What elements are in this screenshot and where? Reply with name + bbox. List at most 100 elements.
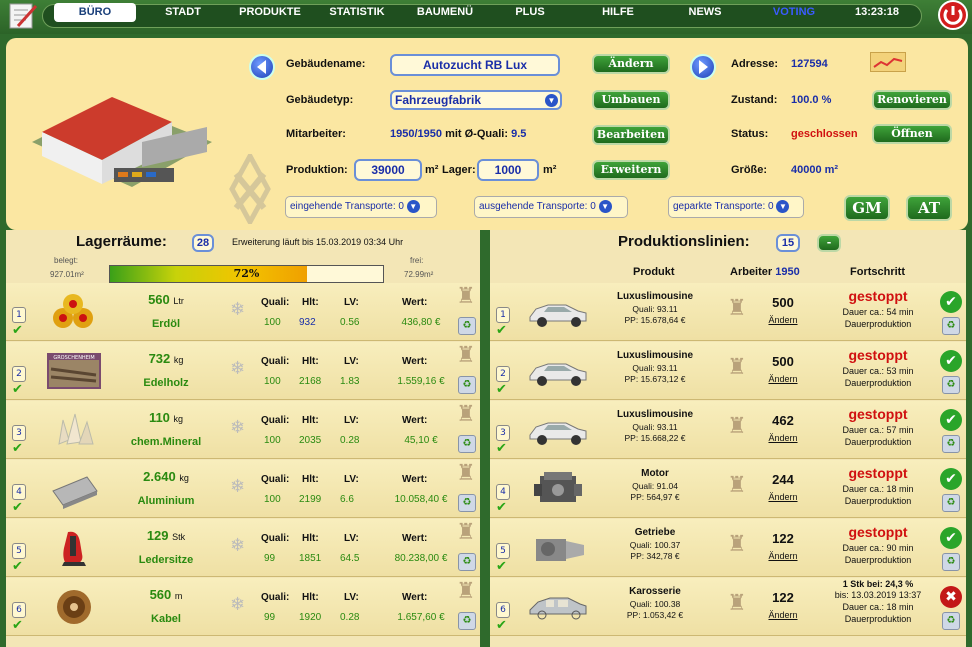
nav-plus[interactable]: PLUS <box>500 5 560 25</box>
open-button[interactable]: Öffnen <box>872 124 952 144</box>
worker-figure-icon[interactable]: ♜ <box>455 578 477 606</box>
worker-figure-icon[interactable]: ♜ <box>726 590 748 618</box>
worker-figure-icon[interactable]: ♜ <box>726 413 748 441</box>
expand-button[interactable]: Erweitern <box>592 160 670 180</box>
checkmark-icon[interactable]: ✔ <box>496 382 507 397</box>
worker-figure-icon[interactable]: ♜ <box>455 283 477 311</box>
lv-label: LV: <box>344 474 359 485</box>
incoming-transports-select[interactable]: eingehende Transporte: 0 ▼ <box>285 196 437 218</box>
building-type-select[interactable]: Fahrzeugfabrik ▼ <box>390 90 562 110</box>
checkmark-icon[interactable]: ✔ <box>12 618 23 633</box>
worker-figure-icon[interactable]: ♜ <box>455 460 477 488</box>
crystal-icon <box>46 409 102 451</box>
emblem-icon <box>228 150 272 228</box>
notepad-icon[interactable] <box>4 0 42 32</box>
trash-icon[interactable]: ♻ <box>942 494 960 512</box>
checkmark-icon[interactable]: ✔ <box>496 500 507 515</box>
trash-icon[interactable]: ♻ <box>458 553 476 571</box>
trash-icon[interactable]: ♻ <box>458 612 476 630</box>
trash-icon[interactable]: ♻ <box>458 435 476 453</box>
snowflake-icon[interactable]: ❄ <box>230 535 245 556</box>
change-name-button[interactable]: Ändern <box>592 54 670 74</box>
checkmark-icon[interactable]: ✔ <box>496 323 507 338</box>
checkmark-icon[interactable]: ✔ <box>12 441 23 456</box>
trash-icon[interactable]: ♻ <box>942 435 960 453</box>
snowflake-icon[interactable]: ❄ <box>230 417 245 438</box>
nav-voting[interactable]: VOTING <box>764 5 824 25</box>
trash-icon[interactable]: ♻ <box>942 317 960 335</box>
next-building-button[interactable] <box>690 54 716 80</box>
nav-statistik[interactable]: STATISTIK <box>322 5 392 25</box>
trash-icon[interactable]: ♻ <box>942 612 960 630</box>
rebuild-button[interactable]: Umbauen <box>592 90 670 110</box>
change-workers-link[interactable]: Ändern <box>758 315 808 325</box>
checkmark-icon[interactable]: ✔ <box>496 618 507 633</box>
chevron-down-icon: ▼ <box>406 199 420 213</box>
row-index: 1 <box>496 307 510 323</box>
progress-status: gestoppt <box>848 288 908 304</box>
checkmark-icon[interactable]: ✔ <box>12 323 23 338</box>
production-line-row: 5 ✔ Getriebe Quali: 100.37 PP: 342,78 € … <box>490 519 966 577</box>
storage-field[interactable]: 1000 <box>477 159 539 181</box>
check-circle-icon[interactable]: ✔ <box>940 291 962 313</box>
gm-button[interactable]: GM <box>844 195 890 221</box>
cancel-circle-icon[interactable]: ✖ <box>940 586 962 608</box>
snowflake-icon[interactable]: ❄ <box>230 594 245 615</box>
production-field[interactable]: 39000 <box>354 159 422 181</box>
trash-icon[interactable]: ♻ <box>942 376 960 394</box>
check-circle-icon[interactable]: ✔ <box>940 409 962 431</box>
at-button[interactable]: AT <box>906 195 952 221</box>
outgoing-transports-select[interactable]: ausgehende Transporte: 0 ▼ <box>474 196 628 218</box>
address-value: 127594 <box>791 58 828 70</box>
trash-icon[interactable]: ♻ <box>458 494 476 512</box>
worker-figure-icon[interactable]: ♜ <box>455 342 477 370</box>
worker-figure-icon[interactable]: ♜ <box>726 472 748 500</box>
nav-hilfe[interactable]: HILFE <box>588 5 648 25</box>
worker-figure-icon[interactable]: ♜ <box>726 295 748 323</box>
change-workers-link[interactable]: Ändern <box>758 492 808 502</box>
snowflake-icon[interactable]: ❄ <box>230 358 245 379</box>
worker-figure-icon[interactable]: ♜ <box>726 531 748 559</box>
snowflake-icon[interactable]: ❄ <box>230 476 245 497</box>
production-unit: m² <box>425 164 439 176</box>
svg-text:GROSCHENHEIM: GROSCHENHEIM <box>53 355 94 361</box>
change-workers-link[interactable]: Ändern <box>758 551 808 561</box>
change-workers-link[interactable]: Ändern <box>758 433 808 443</box>
nav-produkte[interactable]: PRODUKTE <box>230 5 310 25</box>
check-circle-icon[interactable]: ✔ <box>940 468 962 490</box>
trash-icon[interactable]: ♻ <box>942 553 960 571</box>
edit-staff-button[interactable]: Bearbeiten <box>592 125 670 145</box>
building-name-field[interactable]: Autozucht RB Lux <box>390 54 560 76</box>
check-circle-icon[interactable]: ✔ <box>940 350 962 372</box>
chart-icon[interactable] <box>870 52 906 72</box>
worker-figure-icon[interactable]: ♜ <box>455 519 477 547</box>
checkmark-icon[interactable]: ✔ <box>496 559 507 574</box>
nav-buero[interactable]: BÜRO <box>54 3 136 22</box>
worker-figure-icon[interactable]: ♜ <box>455 401 477 429</box>
product-name: Motor <box>641 468 669 479</box>
checkmark-icon[interactable]: ✔ <box>496 441 507 456</box>
nav-baumenue[interactable]: BAUMENÜ <box>408 5 482 25</box>
checkmark-icon[interactable]: ✔ <box>12 500 23 515</box>
nav-news[interactable]: NEWS <box>675 5 735 25</box>
checkmark-icon[interactable]: ✔ <box>12 559 23 574</box>
worker-figure-icon[interactable]: ♜ <box>726 354 748 382</box>
nav-stadt[interactable]: STADT <box>148 5 218 25</box>
remove-line-button[interactable]: - <box>817 234 841 252</box>
prev-building-button[interactable] <box>249 54 275 80</box>
check-circle-icon[interactable]: ✔ <box>940 527 962 549</box>
value-label: Wert: <box>402 415 428 426</box>
product-quali: Quali: 100.37 <box>629 540 681 550</box>
amount-unit: kg <box>173 414 184 424</box>
trash-icon[interactable]: ♻ <box>458 317 476 335</box>
clock: 13:23:18 <box>854 6 900 18</box>
trash-icon[interactable]: ♻ <box>458 376 476 394</box>
power-icon[interactable] <box>934 0 970 32</box>
parked-transports-select[interactable]: geparkte Transporte: 0 ▼ <box>668 196 804 218</box>
factory-image <box>22 72 222 192</box>
snowflake-icon[interactable]: ❄ <box>230 299 245 320</box>
change-workers-link[interactable]: Ändern <box>758 374 808 384</box>
change-workers-link[interactable]: Ändern <box>758 610 808 620</box>
checkmark-icon[interactable]: ✔ <box>12 382 23 397</box>
renovate-button[interactable]: Renovieren <box>872 90 952 110</box>
